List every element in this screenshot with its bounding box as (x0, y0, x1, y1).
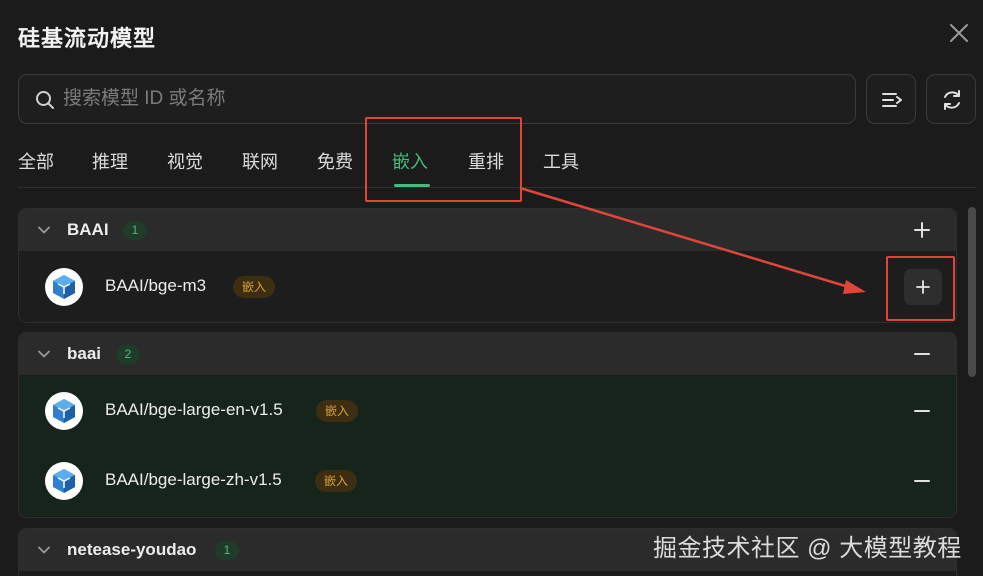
watermark: 掘金技术社区 @ 大模型教程 (653, 535, 962, 562)
model-dialog: 硅基流动模型 全部 推理 视觉 联网 免费 嵌入 重排 (0, 0, 983, 576)
annotation-arrow (519, 186, 866, 294)
